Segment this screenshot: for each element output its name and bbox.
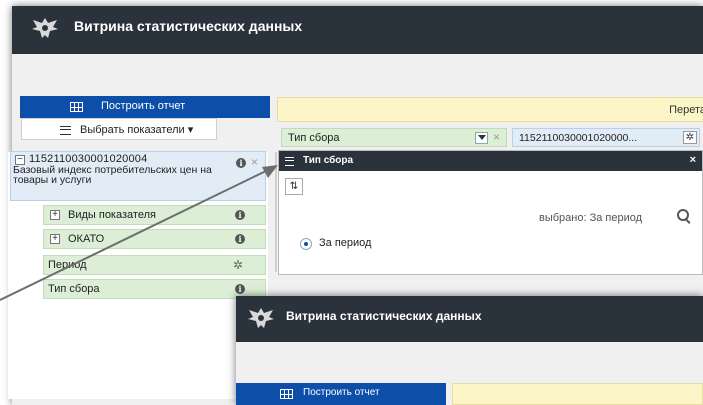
second-window: Витрина статистических данных Построить … [236,296,703,405]
dimension-row-collection-type[interactable]: Тип сбора i [43,279,266,299]
filter-popup: Тип сбора × ⇅ выбрано: За период За пери… [278,150,703,275]
app-header: Витрина статистических данных [12,6,703,54]
build-report-label: Построить отчет [101,100,186,112]
filter-code-label: 1152110030001020000... [519,132,638,144]
info-icon[interactable]: i [235,210,245,220]
popup-header: Тип сбора × [279,151,702,171]
info-icon[interactable]: i [236,158,246,168]
indicator-item[interactable]: − 1152110030001020004 Базовый индекс пот… [10,151,266,201]
radio-period-label: За период [319,237,372,249]
filter-collection-type[interactable]: Тип сбора × [281,128,507,147]
dimension-label: Виды показателя [68,209,156,221]
app-header: Витрина статистических данных [236,296,703,342]
dimension-row-period[interactable]: Период ✲ [43,255,266,275]
gear-icon[interactable]: ✲ [233,259,243,271]
sort-icon[interactable]: ⇅ [285,178,303,195]
selected-summary: выбрано: За период [539,212,643,224]
filter-label: Тип сбора [288,132,340,144]
panel-divider [275,152,277,272]
funnel-icon[interactable] [475,132,488,144]
close-icon[interactable]: × [690,154,696,166]
dimension-row-indicator-types[interactable]: + Виды показателя i [43,205,266,225]
remove-icon[interactable]: × [251,156,258,168]
remove-icon[interactable]: × [493,131,500,143]
table-grid-icon [280,389,293,399]
build-report-label: Построить отчет [303,387,380,398]
app-title: Витрина статистических данных [286,309,482,323]
dimension-label: Период [48,259,87,271]
list-icon [285,157,294,166]
dimension-label: Тип сбора [48,283,100,295]
gear-icon[interactable]: ✲ [683,131,697,144]
dimension-label: ОКАТО [68,233,105,245]
select-indicators-button[interactable]: Выбрать показатели ▾ [21,118,217,140]
build-report-button[interactable]: Построить отчет [236,383,446,405]
search-icon[interactable] [677,209,689,221]
build-report-button[interactable]: Построить отчет [20,96,270,118]
info-icon[interactable]: i [235,234,245,244]
expand-button[interactable]: + [50,210,60,220]
eagle-emblem-icon [32,18,58,38]
indicator-name: Базовый индекс потребительских цен на то… [13,164,212,186]
dimension-row-okato[interactable]: + ОКАТО i [43,229,266,249]
select-indicators-label: Выбрать показатели ▾ [80,124,194,136]
expand-button[interactable]: + [50,234,60,244]
pivot-hint-bar [452,383,703,405]
app-title: Витрина статистических данных [74,18,303,34]
pivot-hint-text: Перета [669,104,703,116]
table-grid-icon [70,102,83,112]
info-icon[interactable]: i [235,284,245,294]
filter-indicator-code[interactable]: 1152110030001020000... ✲ [512,128,700,147]
pivot-hint-bar: Перета [277,97,703,122]
popup-title: Тип сбора [303,155,354,166]
hamburger-icon [60,126,71,135]
radio-period[interactable] [300,238,312,250]
eagle-emblem-icon [248,308,274,328]
